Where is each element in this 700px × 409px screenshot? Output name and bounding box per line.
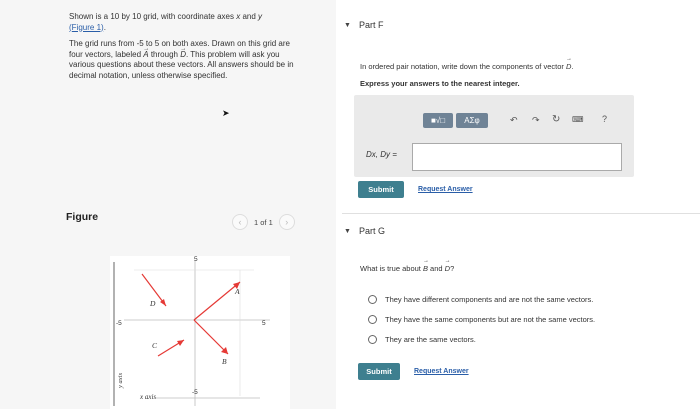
part-f-header[interactable]: ▼ Part F: [344, 20, 383, 30]
part-f-request-answer-link[interactable]: Request Answer: [418, 186, 473, 193]
figure-pager: ‹ 1 of 1 ›: [232, 214, 295, 230]
var-y: y: [258, 12, 263, 21]
chevron-right-icon[interactable]: ›: [278, 214, 295, 230]
intro-text: and: [240, 12, 259, 21]
intro-text: Shown is a 10 by 10 grid, with coordinat…: [69, 12, 237, 21]
part-f-submit-button[interactable]: Submit: [358, 181, 404, 198]
section-divider: [342, 213, 700, 214]
radio-button[interactable]: [368, 295, 377, 304]
chevron-left-icon[interactable]: ‹: [232, 214, 248, 230]
question-text: ?: [450, 264, 455, 273]
tick-label: -5: [116, 320, 122, 327]
intro-text: .: [103, 22, 106, 32]
part-g-submit-button[interactable]: Submit: [358, 363, 400, 380]
keyboard-icon[interactable]: ⌨: [572, 115, 584, 124]
collapse-triangle-icon[interactable]: ▼: [344, 228, 351, 235]
radio-button[interactable]: [368, 335, 377, 344]
input-label: Dx, Dy =: [366, 150, 397, 159]
vector-b-arrow: [193, 319, 229, 355]
x-axis-label: x axis: [139, 393, 156, 401]
vector-grid-graph: 5 -5 5 -5 x axis y axis D A B C: [110, 256, 290, 409]
help-button[interactable]: ?: [602, 114, 607, 124]
components-input[interactable]: [412, 143, 622, 171]
tick-label: -5: [192, 389, 198, 396]
mouse-cursor-icon: ➤: [222, 108, 230, 118]
intro-paragraph-2: The grid runs from -5 to 5 on both axes.…: [69, 39, 304, 81]
vector-d-symbol: D: [445, 258, 452, 273]
part-g-header[interactable]: ▼ Part G: [344, 226, 385, 236]
prompt-text: In ordered pair notation, write down the…: [360, 62, 566, 71]
part-g-request-answer-link[interactable]: Request Answer: [414, 368, 469, 375]
option-same-vectors[interactable]: They are the same vectors.: [368, 335, 476, 344]
undo-icon[interactable]: ↶: [510, 115, 518, 126]
figure-link[interactable]: (Figure 1): [69, 23, 104, 32]
vector-c-label: C: [152, 341, 158, 350]
vector-d-label: D: [149, 299, 156, 308]
vector-b-symbol: B: [423, 258, 429, 273]
templates-button[interactable]: ■√□: [423, 113, 453, 128]
part-g-title: Part G: [358, 226, 385, 236]
tick-label: 5: [262, 320, 266, 327]
problem-intro: Shown is a 10 by 10 grid, with coordinat…: [69, 12, 304, 87]
figure-label: Figure: [66, 211, 99, 223]
part-f-prompt: In ordered pair notation, write down the…: [360, 56, 574, 71]
problem-panel: Shown is a 10 by 10 grid, with coordinat…: [0, 0, 336, 409]
part-f-instruction: Express your answers to the nearest inte…: [360, 79, 520, 88]
pager-text: 1 of 1: [254, 217, 273, 227]
prompt-text: .: [571, 62, 574, 71]
option-label: They have different components and are n…: [385, 295, 594, 304]
question-text: and: [427, 264, 445, 273]
vector-a-label: A: [234, 287, 240, 296]
option-different-components[interactable]: They have different components and are n…: [368, 295, 593, 304]
vector-b-label: B: [222, 357, 227, 366]
redo-icon[interactable]: ↷: [532, 115, 540, 126]
intro-text: through: [148, 49, 181, 59]
part-g-question: What is true about B and D?: [360, 258, 455, 273]
vector-d-symbol: D: [180, 44, 186, 61]
reset-icon[interactable]: ↻: [552, 114, 560, 125]
option-label: They are the same vectors.: [385, 335, 476, 344]
vector-d-symbol: D: [566, 56, 573, 71]
tick-label: 5: [194, 256, 198, 263]
symbols-button[interactable]: ΑΣφ: [456, 113, 488, 128]
option-same-components-not-same[interactable]: They have the same components but are no…: [368, 315, 595, 324]
vector-a-symbol: A: [143, 44, 149, 61]
vector-a-arrow: [193, 281, 241, 321]
intro-paragraph-1: Shown is a 10 by 10 grid, with coordinat…: [69, 12, 304, 33]
collapse-triangle-icon[interactable]: ▼: [344, 22, 351, 29]
radio-button[interactable]: [368, 315, 377, 324]
question-text: What is true about: [360, 264, 423, 273]
part-f-title: Part F: [358, 20, 384, 30]
y-axis-label: y axis: [117, 373, 124, 389]
option-label: They have the same components but are no…: [385, 315, 596, 324]
